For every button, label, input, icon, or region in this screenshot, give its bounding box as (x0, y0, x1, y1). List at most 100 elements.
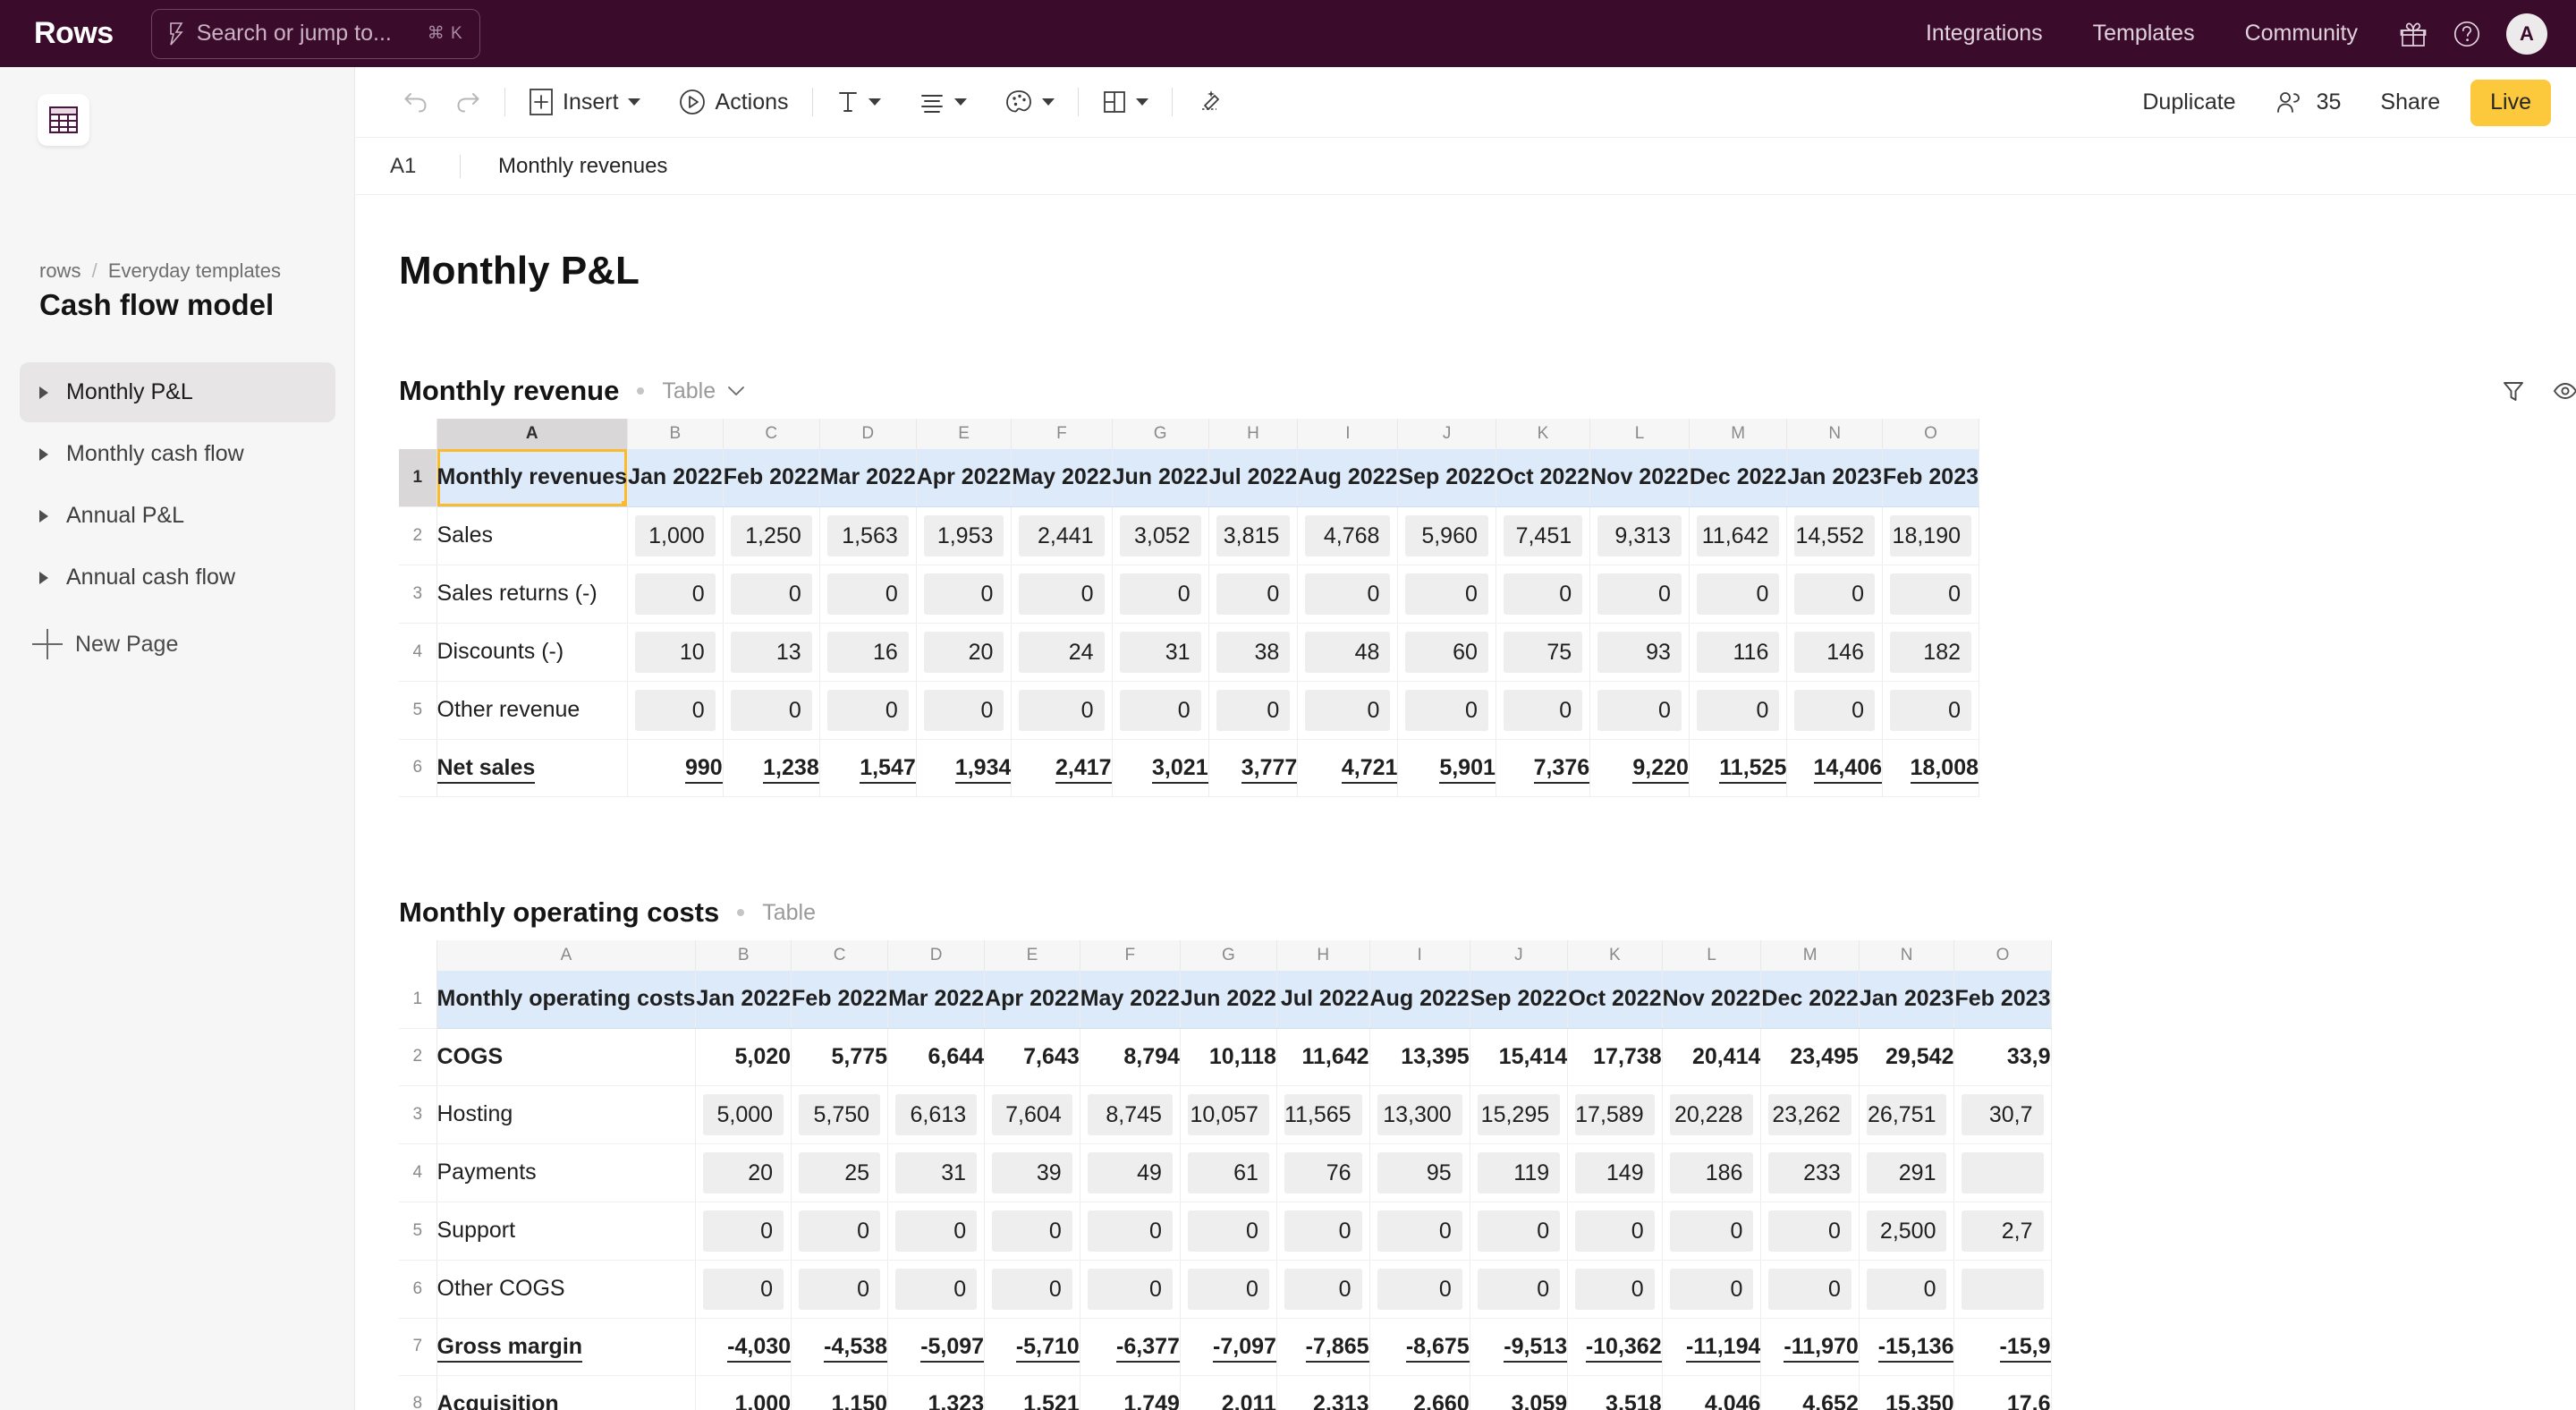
clear-format-button[interactable] (1183, 79, 1235, 125)
cell-O5[interactable]: 2,7 (1953, 1202, 2052, 1261)
global-search-input[interactable]: Search or jump to... ⌘ K (150, 8, 480, 59)
cell-H6[interactable]: 3,777 (1208, 739, 1299, 797)
cell-H1[interactable]: Jul 2022 (1276, 971, 1370, 1029)
cell-O3[interactable]: 30,7 (1953, 1085, 2052, 1144)
cell-M2[interactable]: 23,495 (1760, 1028, 1860, 1086)
cell-K6[interactable]: 0 (1567, 1260, 1663, 1319)
sidebar-item-monthly-pl[interactable]: Monthly P&L (20, 362, 335, 422)
cell-B5[interactable]: 0 (627, 681, 724, 740)
avatar[interactable]: A (2506, 13, 2547, 55)
row-header-2[interactable]: 2 (399, 506, 437, 565)
column-header-N[interactable]: N (1859, 940, 1955, 971)
cell-G5[interactable]: 0 (1180, 1202, 1277, 1261)
row-header-1[interactable]: 1 (399, 971, 437, 1029)
cell-E5[interactable]: 0 (984, 1202, 1080, 1261)
cell-I3[interactable]: 13,300 (1369, 1085, 1470, 1144)
cell-E3[interactable]: 0 (916, 565, 1013, 624)
cell-N4[interactable]: 291 (1859, 1143, 1955, 1202)
cell-D5[interactable]: 0 (887, 1202, 986, 1261)
cell-E2[interactable]: 1,953 (916, 506, 1013, 565)
cell-G3[interactable]: 10,057 (1180, 1085, 1277, 1144)
cell-D1[interactable]: Mar 2022 (819, 449, 917, 507)
cell-M4[interactable]: 233 (1760, 1143, 1860, 1202)
cell-D8[interactable]: 1,323 (887, 1375, 986, 1410)
cell-F8[interactable]: 1,749 (1080, 1375, 1181, 1410)
cell-O2[interactable]: 18,190 (1882, 506, 1980, 565)
cell-M2[interactable]: 11,642 (1689, 506, 1788, 565)
column-header-B[interactable]: B (627, 419, 724, 449)
cell-I1[interactable]: Aug 2022 (1297, 449, 1399, 507)
cell-F2[interactable]: 8,794 (1080, 1028, 1181, 1086)
cell-K3[interactable]: 17,589 (1567, 1085, 1663, 1144)
cell-C3[interactable]: 5,750 (791, 1085, 889, 1144)
cell-K5[interactable]: 0 (1567, 1202, 1663, 1261)
column-header-O[interactable]: O (1953, 940, 2052, 971)
row-header-8[interactable]: 8 (399, 1375, 437, 1410)
cell-D7[interactable]: -5,097 (887, 1318, 986, 1376)
cell-H3[interactable]: 11,565 (1276, 1085, 1370, 1144)
row-label-cell[interactable]: Other revenue (436, 681, 629, 740)
table-title[interactable]: Monthly operating costs (399, 896, 719, 929)
cell-H2[interactable]: 11,642 (1276, 1028, 1370, 1086)
cell-I5[interactable]: 0 (1369, 1202, 1470, 1261)
cell-K8[interactable]: 3,518 (1567, 1375, 1663, 1410)
undo-button[interactable] (390, 79, 442, 125)
cell-A1[interactable]: Monthly operating costs (436, 971, 697, 1029)
help-circle-icon[interactable] (2444, 11, 2490, 57)
cell-J7[interactable]: -9,513 (1470, 1318, 1569, 1376)
sidebar-item-monthly-cash-flow[interactable]: Monthly cash flow (20, 424, 335, 484)
cell-E4[interactable]: 39 (984, 1143, 1080, 1202)
cell-M1[interactable]: Dec 2022 (1689, 449, 1788, 507)
column-header-G[interactable]: G (1180, 940, 1277, 971)
cell-F1[interactable]: May 2022 (1011, 449, 1113, 507)
cell-O4[interactable] (1953, 1143, 2052, 1202)
cell-N6[interactable]: 0 (1859, 1260, 1955, 1319)
cell-C6[interactable]: 0 (791, 1260, 889, 1319)
cell-B3[interactable]: 0 (627, 565, 724, 624)
column-header-J[interactable]: J (1470, 940, 1569, 971)
cell-D2[interactable]: 1,563 (819, 506, 917, 565)
cell-J3[interactable]: 15,295 (1470, 1085, 1569, 1144)
cell-K1[interactable]: Oct 2022 (1496, 449, 1591, 507)
cell-L6[interactable]: 0 (1662, 1260, 1762, 1319)
row-label-cell[interactable]: Sales (436, 506, 629, 565)
cell-H7[interactable]: -7,865 (1276, 1318, 1370, 1376)
cell-D1[interactable]: Mar 2022 (887, 971, 986, 1029)
cell-O1[interactable]: Feb 2023 (1882, 449, 1980, 507)
cell-I7[interactable]: -8,675 (1369, 1318, 1470, 1376)
row-header-6[interactable]: 6 (399, 1260, 437, 1319)
cell-F6[interactable]: 2,417 (1011, 739, 1113, 797)
formula-input[interactable]: Monthly revenues (461, 154, 2576, 179)
cell-J6[interactable]: 5,901 (1397, 739, 1496, 797)
sidebar-item-annual-cash-flow[interactable]: Annual cash flow (20, 548, 335, 607)
row-header-3[interactable]: 3 (399, 565, 437, 624)
cell-N6[interactable]: 14,406 (1786, 739, 1883, 797)
column-header-O[interactable]: O (1882, 419, 1980, 449)
collaborators-button[interactable]: 35 (2256, 89, 2361, 115)
cell-M8[interactable]: 4,652 (1760, 1375, 1860, 1410)
cell-F3[interactable]: 0 (1011, 565, 1113, 624)
cell-M5[interactable]: 0 (1760, 1202, 1860, 1261)
cell-B8[interactable]: 1,000 (695, 1375, 792, 1410)
cell-L6[interactable]: 9,220 (1589, 739, 1690, 797)
sidebar-item-annual-pl[interactable]: Annual P&L (20, 486, 335, 546)
cell-K4[interactable]: 75 (1496, 623, 1591, 682)
cell-G6[interactable]: 3,021 (1112, 739, 1209, 797)
column-header-H[interactable]: H (1208, 419, 1299, 449)
cell-E8[interactable]: 1,521 (984, 1375, 1080, 1410)
cell-E1[interactable]: Apr 2022 (984, 971, 1080, 1029)
cell-J1[interactable]: Sep 2022 (1470, 971, 1569, 1029)
column-header-E[interactable]: E (916, 419, 1013, 449)
cell-I8[interactable]: 2,660 (1369, 1375, 1470, 1410)
row-header-2[interactable]: 2 (399, 1028, 437, 1086)
chevron-down-icon[interactable] (726, 385, 746, 397)
cell-O1[interactable]: Feb 2023 (1953, 971, 2052, 1029)
cell-E6[interactable]: 1,934 (916, 739, 1013, 797)
cell-L8[interactable]: 4,046 (1662, 1375, 1762, 1410)
cell-B7[interactable]: -4,030 (695, 1318, 792, 1376)
cell-F3[interactable]: 8,745 (1080, 1085, 1181, 1144)
column-header-C[interactable]: C (723, 419, 820, 449)
cell-L5[interactable]: 0 (1589, 681, 1690, 740)
cell-C7[interactable]: -4,538 (791, 1318, 889, 1376)
cell-M7[interactable]: -11,970 (1760, 1318, 1860, 1376)
